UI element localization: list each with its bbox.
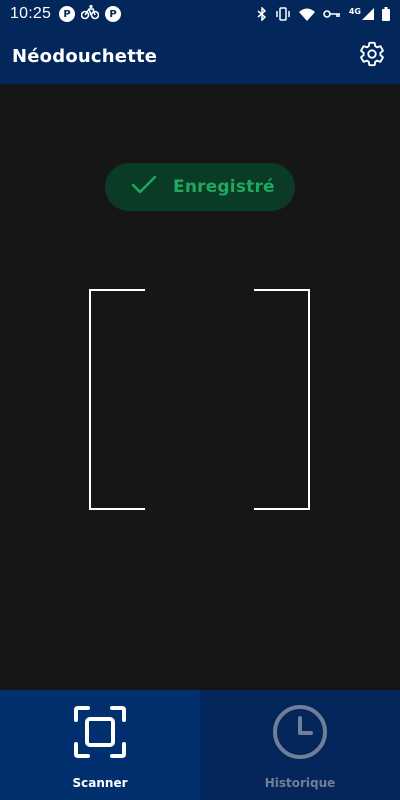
scan-frame-right-bracket [254,289,310,510]
vibrate-icon [275,7,291,21]
clock-icon [272,704,328,760]
status-bar: 10:25 P P 4G [0,0,400,28]
scanner-view: Enregistré [0,84,400,690]
nav-item-historique[interactable]: Historique [200,690,400,800]
scan-icon [72,704,128,760]
saved-toast: Enregistré [105,163,295,211]
parking-notification-icon-2: P [105,6,122,22]
bottom-navigation: Scanner Historique [0,690,400,800]
nav-item-scanner[interactable]: Scanner [0,690,200,800]
parking-notification-icon: P [59,6,76,22]
app-title: Néodouchette [12,45,158,67]
toast-label: Enregistré [173,177,275,197]
status-time: 10:25 [10,5,52,22]
key-icon [323,9,341,19]
system-icons: 4G [257,7,390,21]
battery-icon [382,7,390,21]
app-bar: Néodouchette [0,28,400,84]
bluetooth-icon [257,7,267,21]
scan-frame-left-bracket [89,289,145,510]
notification-icons: P P [59,4,122,24]
check-icon [131,175,157,199]
network-4g-icon: 4G [349,8,374,20]
bike-notification-icon [80,4,100,24]
wifi-icon [298,8,315,21]
network-label: 4G [348,7,361,16]
gear-icon [358,40,386,72]
nav-label-historique: Historique [264,776,336,790]
settings-button[interactable] [356,40,388,72]
nav-label-scanner: Scanner [72,776,128,790]
